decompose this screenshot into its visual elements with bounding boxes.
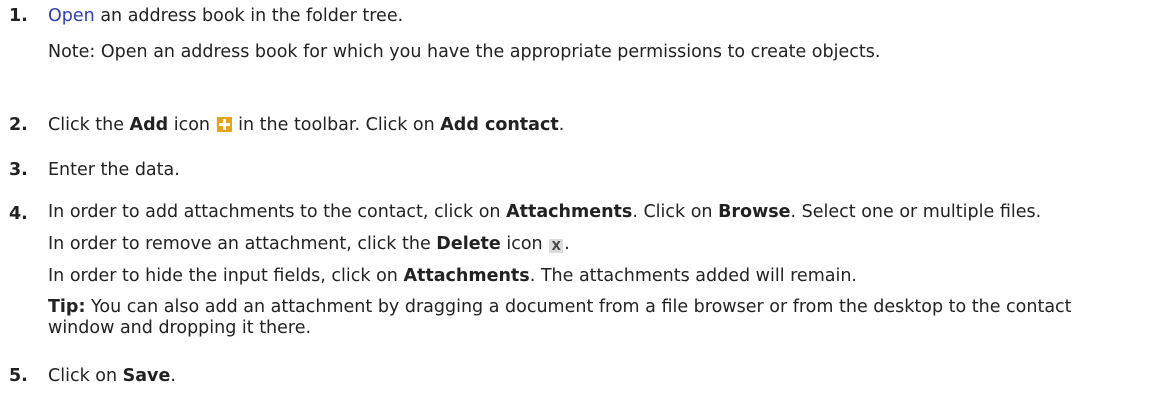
step-number: 1. [9,6,28,26]
step-text: Click the Add icon in the toolbar. Click… [48,115,565,135]
step-5: 5. Click on Save. [0,364,1157,388]
step-number: 2. [9,115,28,135]
delete-label: Delete [436,234,501,254]
browse-label: Browse [718,202,791,222]
tip-label: Tip: [48,297,86,317]
save-label: Save [122,366,171,386]
hide-fields-text: In order to hide the input fields, click… [48,266,857,286]
step-4: 4. In order to add attachments to the co… [0,202,1157,339]
step-note: Note: Open an address book for which you… [48,42,881,62]
add-contact-label: Add contact [440,115,559,135]
step-number: 5. [9,366,28,386]
step-text: Click on Save. [48,366,176,386]
open-link[interactable]: Open [48,6,95,26]
remove-attachment-text: In order to remove an attachment, click … [48,234,570,254]
delete-icon: X [549,239,564,253]
tip-text: Tip: You can also add an attachment by d… [48,297,1072,338]
step-2: 2. Click the Add icon in the toolbar. Cl… [0,113,1157,137]
step-number: 4. [9,204,28,224]
step-1: 1. Open an address book in the folder tr… [0,4,1157,64]
step-text: In order to add attachments to the conta… [48,202,1042,222]
step-3: 3. Enter the data. [0,158,1157,182]
step-text: Open an address book in the folder tree. [48,6,404,26]
attachments-label-2: Attachments [403,266,530,286]
add-label: Add [129,115,169,135]
step-text: Enter the data. [48,160,180,180]
attachments-label: Attachments [506,202,633,222]
add-icon [216,117,232,132]
step-number: 3. [9,160,28,180]
